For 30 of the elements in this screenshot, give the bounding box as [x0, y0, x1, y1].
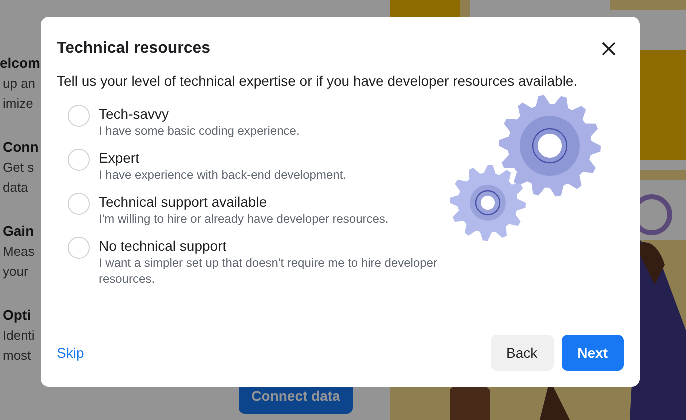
option-title: Tech-savvy [99, 105, 170, 123]
option-title: Expert [99, 149, 140, 167]
section-title: Opti [3, 306, 31, 325]
dialog-description: Tell us your level of technical expertise or if you have developer resources available. [57, 73, 579, 89]
option-title: No technical support [99, 237, 228, 255]
back-button[interactable]: Back [490, 335, 554, 371]
radio-button[interactable] [68, 193, 90, 215]
dialog-title: Technical resources [57, 40, 211, 58]
intro-text: up an [3, 75, 36, 93]
option-description: I have some basic coding experience. [99, 123, 300, 139]
option-title: Technical support available [99, 193, 268, 211]
section-title: Conn [3, 138, 39, 157]
section-text: most [3, 347, 32, 365]
section-text: data [3, 179, 28, 197]
section-title: Gain [3, 222, 34, 241]
skip-link[interactable]: Skip [57, 345, 84, 361]
next-button[interactable]: Next [562, 335, 624, 371]
option-description: I want a simpler set up that doesn't require me to hire developer resources. [99, 255, 438, 287]
option-description: I'm willing to hire or already have developer resources. [99, 211, 389, 227]
radio-button[interactable] [68, 237, 90, 259]
option-description: I have experience with back-end development. [99, 167, 346, 183]
radio-button[interactable] [68, 105, 90, 127]
section-text: Get s [3, 159, 34, 177]
section-text: your [3, 263, 28, 281]
section-text: Identi [3, 327, 35, 345]
radio-button[interactable] [68, 149, 90, 171]
close-icon [602, 42, 616, 56]
heading: elcom [0, 54, 40, 73]
intro-text: imize [3, 95, 34, 113]
section-text: Meas [3, 243, 35, 261]
